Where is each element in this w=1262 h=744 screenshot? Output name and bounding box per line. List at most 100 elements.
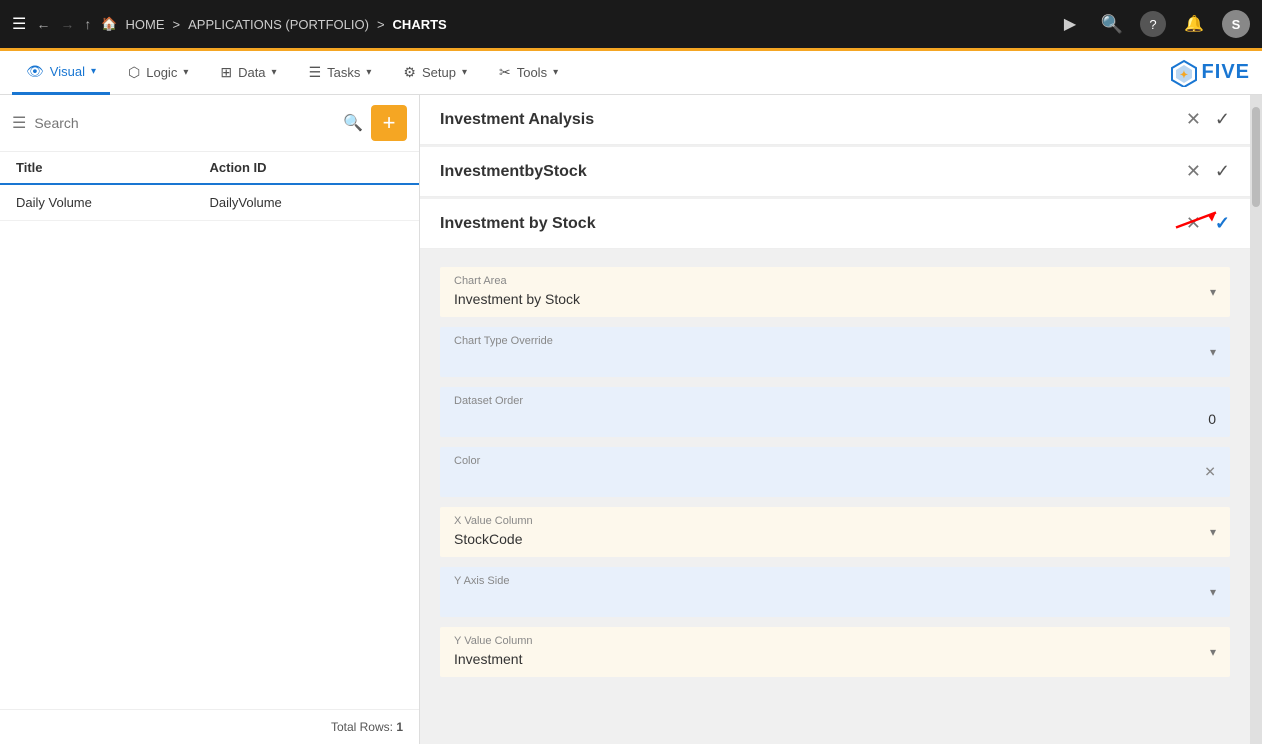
confirm-header-icon[interactable]: ✓ xyxy=(1215,161,1230,182)
tab-visual[interactable]: 👁 Visual ▾ xyxy=(12,51,110,95)
tab-tools[interactable]: ✂ Tools ▾ xyxy=(485,51,572,95)
chart-type-override-dropdown-icon[interactable]: ▾ xyxy=(1210,345,1216,359)
x-value-column-dropdown-icon[interactable]: ▾ xyxy=(1210,525,1216,539)
dataset-order-field[interactable]: Dataset Order 0 xyxy=(440,387,1230,437)
investment-analysis-section: Investment Analysis ✕ ✓ xyxy=(420,95,1250,145)
investment-analysis-title: Investment Analysis xyxy=(440,111,594,129)
close-investment-icon[interactable]: ✕ xyxy=(1186,213,1201,234)
back-arrow-icon[interactable]: ← xyxy=(36,16,50,32)
row-action-id: DailyVolume xyxy=(210,195,404,210)
dataset-order-value: 0 xyxy=(454,411,1216,427)
form-area: Chart Area Investment by Stock ▾ Chart T… xyxy=(420,251,1250,693)
table-header: Title Action ID xyxy=(0,152,419,185)
tasks-label: Tasks xyxy=(327,65,360,80)
tab-setup[interactable]: ⚙ Setup ▾ xyxy=(389,51,481,95)
color-label: Color xyxy=(454,455,1216,467)
chart-area-value: Investment by Stock xyxy=(454,291,1216,307)
confirm-investment-icon[interactable]: ✓ xyxy=(1215,213,1230,234)
setup-caret: ▾ xyxy=(462,67,467,78)
close-analysis-icon[interactable]: ✕ xyxy=(1186,109,1201,130)
table-row[interactable]: Daily Volume DailyVolume xyxy=(0,185,419,221)
sidebar-footer: Total Rows: 1 xyxy=(0,709,419,744)
y-axis-side-value xyxy=(454,591,1216,607)
sidebar-rows: Daily Volume DailyVolume xyxy=(0,185,419,709)
investment-by-stock-header-title: InvestmentbyStock xyxy=(440,163,587,181)
five-logo: ✦ FIVE xyxy=(1170,59,1250,87)
investment-by-stock-header-section: InvestmentbyStock ✕ ✓ xyxy=(420,147,1250,197)
chart-area-label: Chart Area xyxy=(454,275,1216,287)
search-bar: ☰ 🔍 + xyxy=(0,95,419,152)
tools-icon: ✂ xyxy=(499,64,511,81)
color-clear-icon[interactable]: ✕ xyxy=(1204,464,1216,481)
scrollbar-track[interactable] xyxy=(1250,95,1262,744)
setup-label: Setup xyxy=(422,65,456,80)
logic-icon: ⬡ xyxy=(128,64,140,81)
chart-area-dropdown-icon[interactable]: ▾ xyxy=(1210,285,1216,299)
notification-icon[interactable]: 🔔 xyxy=(1180,10,1208,38)
y-value-column-value: Investment xyxy=(454,651,1216,667)
data-caret: ▾ xyxy=(272,67,277,78)
tab-tasks[interactable]: ☰ Tasks ▾ xyxy=(295,51,386,95)
color-field[interactable]: Color ✕ xyxy=(440,447,1230,497)
y-value-column-dropdown-icon[interactable]: ▾ xyxy=(1210,645,1216,659)
x-value-column-label: X Value Column xyxy=(454,515,1216,527)
five-logo-text: FIVE xyxy=(1202,61,1250,84)
up-arrow-icon[interactable]: ↑ xyxy=(84,16,91,32)
chart-type-override-value xyxy=(454,351,1216,367)
chart-type-override-field[interactable]: Chart Type Override ▾ xyxy=(440,327,1230,377)
avatar[interactable]: S xyxy=(1222,10,1250,38)
charts-label[interactable]: CHARTS xyxy=(393,17,447,32)
add-button[interactable]: + xyxy=(371,105,407,141)
top-nav-right: ▶ 🔍 ? 🔔 S xyxy=(1056,10,1250,38)
total-rows-label: Total Rows: xyxy=(331,720,396,734)
search-icon[interactable]: 🔍 xyxy=(343,113,363,133)
hamburger-icon[interactable]: ☰ xyxy=(12,14,26,34)
y-axis-side-dropdown-icon[interactable]: ▾ xyxy=(1210,585,1216,599)
tasks-caret: ▾ xyxy=(366,67,371,78)
tasks-icon: ☰ xyxy=(309,64,322,81)
visual-caret: ▾ xyxy=(91,66,96,77)
confirm-analysis-icon[interactable]: ✓ xyxy=(1215,109,1230,130)
breadcrumb: 🏠 HOME > APPLICATIONS (PORTFOLIO) > CHAR… xyxy=(101,16,446,32)
tab-data[interactable]: ⊞ Data ▾ xyxy=(206,51,290,95)
data-label: Data xyxy=(238,65,265,80)
sep1: > xyxy=(173,17,181,32)
tab-logic[interactable]: ⬡ Logic ▾ xyxy=(114,51,202,95)
logic-label: Logic xyxy=(146,65,177,80)
tools-caret: ▾ xyxy=(553,67,558,78)
scrollbar-thumb[interactable] xyxy=(1252,107,1260,207)
five-logo-icon: ✦ xyxy=(1170,59,1198,87)
column-action-header: Action ID xyxy=(210,160,404,175)
x-value-column-value: StockCode xyxy=(454,531,1216,547)
forward-icon[interactable]: → xyxy=(60,16,74,32)
home-label[interactable]: HOME xyxy=(126,17,165,32)
close-header-icon[interactable]: ✕ xyxy=(1186,161,1201,182)
top-nav-left: ☰ ← → ↑ 🏠 HOME > APPLICATIONS (PORTFOLIO… xyxy=(12,14,1044,34)
app-label[interactable]: APPLICATIONS (PORTFOLIO) xyxy=(188,17,369,32)
chart-area-field[interactable]: Chart Area Investment by Stock ▾ xyxy=(440,267,1230,317)
svg-text:✦: ✦ xyxy=(1179,70,1187,81)
play-button[interactable]: ▶ xyxy=(1056,10,1084,38)
search-input[interactable] xyxy=(34,115,335,131)
dataset-order-label: Dataset Order xyxy=(454,395,1216,407)
investment-by-stock-section: Investment by Stock ✕ ✓ xyxy=(420,199,1250,249)
investment-by-stock-actions: ✕ ✓ xyxy=(1186,213,1230,234)
search-nav-icon[interactable]: 🔍 xyxy=(1098,10,1126,38)
column-title-header: Title xyxy=(16,160,210,175)
sidebar: ☰ 🔍 + Title Action ID Daily Volume Daily… xyxy=(0,95,420,744)
visual-label: Visual xyxy=(50,64,85,79)
x-value-column-field[interactable]: X Value Column StockCode ▾ xyxy=(440,507,1230,557)
investment-by-stock-title: Investment by Stock xyxy=(440,215,596,233)
home-icon: 🏠 xyxy=(101,16,117,32)
row-title: Daily Volume xyxy=(16,195,210,210)
right-panel-wrapper: Investment Analysis ✕ ✓ InvestmentbyStoc… xyxy=(420,95,1262,744)
help-icon[interactable]: ? xyxy=(1140,11,1166,37)
color-value xyxy=(454,471,1216,487)
second-nav: 👁 Visual ▾ ⬡ Logic ▾ ⊞ Data ▾ ☰ Tasks ▾ … xyxy=(0,51,1262,95)
investment-by-stock-header-actions: ✕ ✓ xyxy=(1186,161,1230,182)
top-nav: ☰ ← → ↑ 🏠 HOME > APPLICATIONS (PORTFOLIO… xyxy=(0,0,1262,48)
chart-type-override-label: Chart Type Override xyxy=(454,335,1216,347)
setup-icon: ⚙ xyxy=(403,64,416,81)
y-axis-side-field[interactable]: Y Axis Side ▾ xyxy=(440,567,1230,617)
y-value-column-field[interactable]: Y Value Column Investment ▾ xyxy=(440,627,1230,677)
